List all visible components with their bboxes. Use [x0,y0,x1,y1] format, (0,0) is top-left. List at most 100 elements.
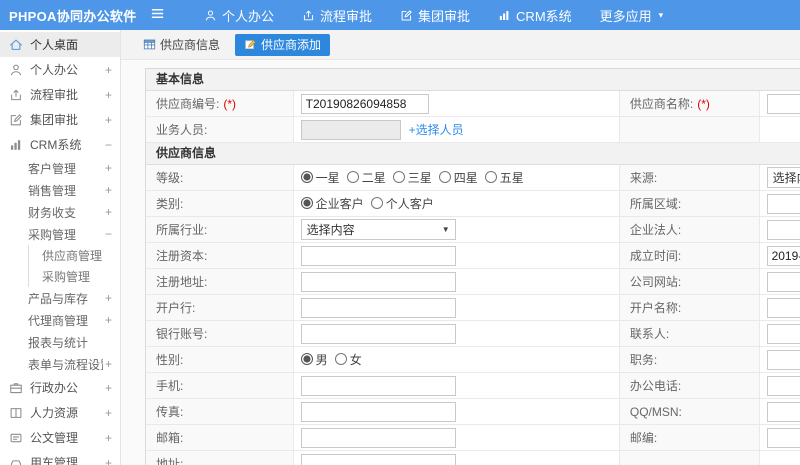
form-field-label: 公司网站: [629,275,682,289]
sidebar-item-process-approval[interactable]: 流程审批 + [0,82,120,107]
sidebar-item-reports[interactable]: 报表与统计 [0,331,120,353]
sidebar-item-purchase-mgmt-sub[interactable]: 采购管理 [28,266,120,287]
sidebar-item-personal-office[interactable]: 个人办公 + [0,57,120,82]
expand-toggle-icon[interactable]: + [103,357,112,371]
content-area: 供应商信息供应商添加 基本信息供应商编号:(*)供应商名称:(*)业务人员:+选… [121,30,800,465]
form-text-input[interactable] [766,323,800,344]
form-text-input[interactable] [766,427,800,448]
select-person-link[interactable]: +选择人员 [409,121,464,138]
required-marker: (*) [697,96,710,111]
form-text-input[interactable] [300,297,456,318]
form-select[interactable]: 选择内容▼ [300,219,456,240]
radio-option[interactable]: 企业客户 [300,195,364,212]
sidebar-item-group-approval[interactable]: 集团审批 + [0,107,120,132]
form-text-input[interactable] [766,401,800,422]
expand-toggle-icon[interactable]: + [103,161,112,175]
hamburger-menu-button[interactable] [140,6,174,24]
sidebar-item-vehicle-mgmt[interactable]: 用车管理 + [0,450,120,465]
expand-toggle-icon[interactable]: + [103,113,112,127]
nav-process-approval[interactable]: 流程审批 [288,0,386,30]
sidebar-item-supplier-mgmt[interactable]: 供应商管理 [28,245,120,266]
form-label-cell: 邮箱: [146,425,294,450]
form-value-cell: 选择内容▼ [759,165,800,190]
sidebar-item-purchase-mgmt[interactable]: 采购管理 − [0,223,120,245]
nav-more-apps[interactable]: 更多应用 ▾ [586,0,678,30]
expand-toggle-icon[interactable]: + [103,406,112,420]
form-text-input[interactable] [300,271,456,292]
form-text-input[interactable] [766,375,800,396]
expand-toggle-icon[interactable]: − [103,227,112,241]
radio-option[interactable]: 五星 [484,169,524,186]
radio-input[interactable] [484,171,497,184]
expand-toggle-icon[interactable]: + [103,381,112,395]
sidebar-item-crm-system[interactable]: CRM系统 − [0,132,120,157]
radio-input[interactable] [300,197,313,210]
form-text-input[interactable] [300,119,401,140]
form-text-input[interactable] [766,193,800,214]
form-label-cell: 企业法人: [619,217,760,242]
form-field-label: 类别: [156,197,184,211]
radio-input[interactable] [392,171,405,184]
sidebar-item-agent-mgmt[interactable]: 代理商管理 + [0,309,120,331]
radio-option[interactable]: 个人客户 [370,195,434,212]
expand-toggle-icon[interactable]: − [103,138,112,152]
sidebar-item-customer-mgmt[interactable]: 客户管理 + [0,157,120,179]
tab-supplier-add[interactable]: 供应商添加 [235,33,331,56]
form-text-input[interactable] [300,323,456,344]
form-text-input[interactable] [300,453,456,465]
approve-icon [400,9,413,22]
form-label-cell: 业务人员: [146,117,294,142]
form-text-input[interactable] [300,401,456,422]
radio-option[interactable]: 三星 [392,169,432,186]
sidebar-item-admin-office[interactable]: 行政办公 + [0,375,120,400]
expand-toggle-icon[interactable]: + [103,88,112,102]
expand-toggle-icon[interactable]: + [103,313,112,327]
form-text-input[interactable] [766,219,800,240]
sidebar-item-personal-desktop[interactable]: 个人桌面 [0,32,120,57]
nav-crm-system[interactable]: CRM系统 [484,0,586,30]
nav-group-approval[interactable]: 集团审批 [386,0,484,30]
form-field-label: 地址: [156,457,184,465]
tab-label: 供应商添加 [261,38,322,52]
radio-input[interactable] [300,171,313,184]
sidebar-item-sales-mgmt[interactable]: 销售管理 + [0,179,120,201]
radio-option[interactable]: 女 [334,351,362,368]
radio-option[interactable]: 四星 [438,169,478,186]
radio-group: 一星 二星 三星 四星 五星 [300,169,531,187]
radio-input[interactable] [346,171,359,184]
form-text-input[interactable] [766,297,800,318]
radio-input[interactable] [334,353,347,366]
radio-option[interactable]: 一星 [300,169,340,186]
expand-toggle-icon[interactable]: + [103,183,112,197]
form-container: 基本信息供应商编号:(*)供应商名称:(*)业务人员:+选择人员供应商信息等级:… [121,60,800,465]
form-text-input[interactable] [766,93,800,114]
form-text-input[interactable] [300,375,456,396]
form-field-label: 等级: [156,171,184,185]
form-text-input[interactable] [300,427,456,448]
sidebar-item-form-flow-settings[interactable]: 表单与流程设置+ [0,353,120,375]
form-text-input[interactable] [300,245,456,266]
form-label-cell: QQ/MSN: [619,399,760,424]
radio-option[interactable]: 二星 [346,169,386,186]
sidebar-item-product-stock[interactable]: 产品与库存 + [0,287,120,309]
form-text-input[interactable] [300,93,429,114]
radio-input[interactable] [370,197,383,210]
sidebar-item-label: 个人桌面 [30,38,79,52]
nav-personal-office[interactable]: 个人办公 [190,0,288,30]
sidebar-item-document-mgmt[interactable]: 公文管理 + [0,425,120,450]
sidebar-item-finance[interactable]: 财务收支 + [0,201,120,223]
expand-toggle-icon[interactable]: + [103,205,112,219]
form-text-input[interactable] [766,245,800,266]
expand-toggle-icon[interactable]: + [103,456,112,465]
expand-toggle-icon[interactable]: + [103,431,112,445]
form-text-input[interactable] [766,271,800,292]
tab-supplier-info[interactable]: 供应商信息 [134,34,229,56]
radio-input[interactable] [438,171,451,184]
radio-input[interactable] [300,353,313,366]
radio-option[interactable]: 男 [300,351,328,368]
form-text-input[interactable] [766,349,800,370]
sidebar-item-hr[interactable]: 人力资源 + [0,400,120,425]
expand-toggle-icon[interactable]: + [103,291,112,305]
form-select[interactable]: 选择内容▼ [766,167,800,188]
expand-toggle-icon[interactable]: + [103,63,112,77]
